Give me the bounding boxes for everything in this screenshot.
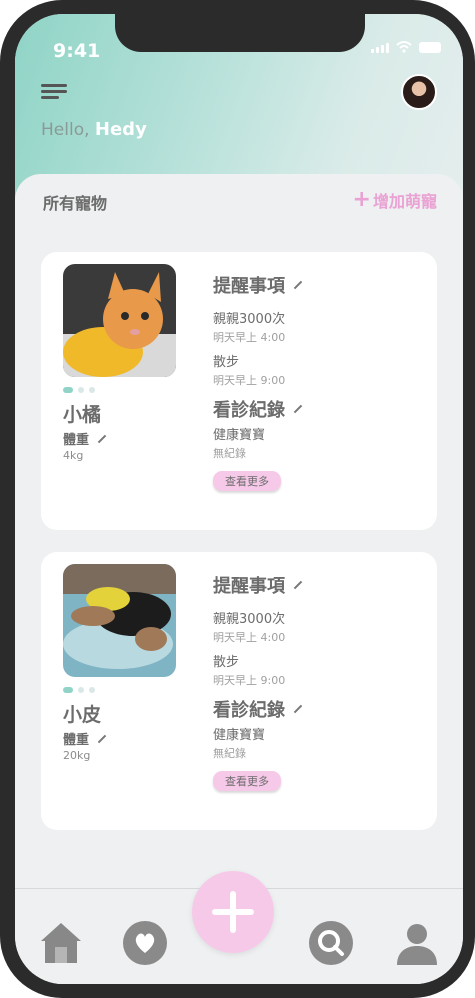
edit-weight-icon[interactable]	[97, 734, 107, 743]
reminder-time: 明天早上 9:00	[213, 374, 286, 387]
records-title: 看診紀錄	[213, 396, 423, 422]
reminder-time: 明天早上 4:00	[213, 631, 286, 644]
photo-pagination[interactable]	[63, 387, 95, 393]
records-title: 看診紀錄	[213, 696, 423, 722]
pet-name: 小皮	[63, 704, 102, 726]
pet-card[interactable]: 小橘 體重 4kg 提醒事項 親親3000次 明天早上 4:00 散步 明天早上…	[41, 252, 437, 530]
reminder-time: 明天早上 4:00	[213, 331, 286, 344]
pet-photo[interactable]	[63, 264, 176, 377]
weight-value: 20kg	[63, 749, 91, 762]
reminder-item: 親親3000次	[213, 312, 286, 327]
reminders-title-text: 提醒事項	[213, 276, 285, 297]
pet-info: 提醒事項 親親3000次 明天早上 4:00 散步 明天早上 9:00 看診紀錄…	[213, 572, 423, 791]
signal-icon	[371, 43, 389, 53]
edit-weight-icon[interactable]	[97, 434, 107, 443]
status-time: 9:41	[53, 40, 101, 62]
reminder-time: 明天早上 9:00	[213, 674, 286, 687]
battery-icon	[419, 42, 441, 53]
pet-card[interactable]: 小皮 體重 20kg 提醒事項 親親3000次 明天早上 4:00 散步 明天早…	[41, 552, 437, 830]
add-pet-label: 增加萌寵	[372, 192, 437, 211]
menu-icon[interactable]	[41, 84, 67, 100]
screen: 9:41 Hello, Hedy 所有寵物 + 增加萌寵 小橘 體重 4kg 提…	[15, 14, 463, 984]
records-title-text: 看診紀錄	[213, 700, 285, 721]
add-pet-button[interactable]: + 增加萌寵	[353, 188, 437, 212]
weight-value: 4kg	[63, 449, 84, 462]
reminders-title: 提醒事項	[213, 272, 423, 298]
weight-label[interactable]: 體重	[63, 729, 107, 748]
edit-records-icon[interactable]	[293, 704, 303, 714]
pet-photo[interactable]	[63, 564, 176, 677]
weight-label-text: 體重	[63, 433, 90, 448]
greeting: Hello, Hedy	[41, 119, 147, 140]
section-title: 所有寵物	[43, 194, 108, 213]
pet-info: 提醒事項 親親3000次 明天早上 4:00 散步 明天早上 9:00 看診紀錄…	[213, 272, 423, 491]
edit-reminders-icon[interactable]	[293, 280, 303, 290]
weight-label[interactable]: 體重	[63, 429, 107, 448]
phone-frame: 9:41 Hello, Hedy 所有寵物 + 增加萌寵 小橘 體重 4kg 提…	[0, 0, 475, 998]
profile-icon[interactable]	[393, 919, 441, 967]
greeting-text: Hello,	[41, 120, 90, 140]
edit-records-icon[interactable]	[293, 404, 303, 414]
record-item: 健康寶寶	[213, 428, 266, 443]
add-button[interactable]	[192, 871, 274, 953]
view-more-button[interactable]: 查看更多	[213, 771, 281, 791]
heart-icon[interactable]	[121, 919, 169, 967]
wifi-icon	[396, 41, 412, 53]
avatar[interactable]	[401, 74, 437, 110]
records-title-text: 看診紀錄	[213, 400, 285, 421]
reminders-title-text: 提醒事項	[213, 576, 285, 597]
home-icon[interactable]	[37, 919, 85, 967]
reminder-item: 散步	[213, 655, 240, 670]
weight-label-text: 體重	[63, 733, 90, 748]
reminders-title: 提醒事項	[213, 572, 423, 598]
view-more-button[interactable]: 查看更多	[213, 471, 281, 491]
record-sub: 無紀錄	[213, 447, 246, 460]
status-icons	[371, 41, 441, 53]
pet-name: 小橘	[63, 404, 102, 426]
tab-bar	[15, 871, 463, 984]
user-name: Hedy	[94, 119, 147, 140]
photo-pagination[interactable]	[63, 687, 95, 693]
notch	[115, 14, 365, 52]
record-item: 健康寶寶	[213, 728, 266, 743]
search-icon[interactable]	[307, 919, 355, 967]
reminder-item: 親親3000次	[213, 612, 286, 627]
edit-reminders-icon[interactable]	[293, 580, 303, 590]
reminder-item: 散步	[213, 355, 240, 370]
plus-icon: +	[352, 187, 371, 212]
record-sub: 無紀錄	[213, 747, 246, 760]
main-content: 所有寵物 + 增加萌寵 小橘 體重 4kg 提醒事項 親親3000次 明天早上 …	[15, 174, 463, 894]
